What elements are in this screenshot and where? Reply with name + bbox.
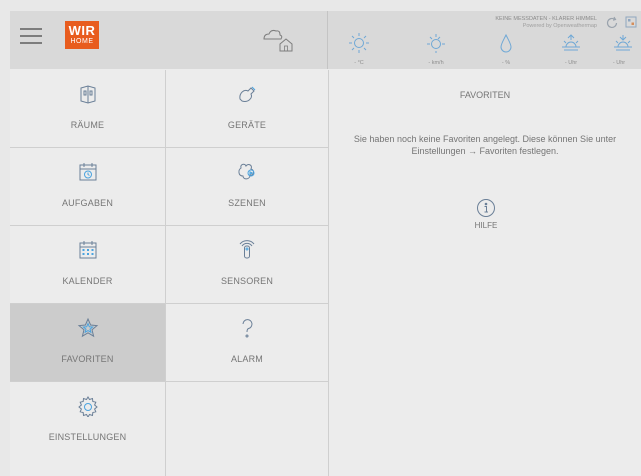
- header: WIR HOME KEINE MESSDATEN - KLARER HIMMEL…: [10, 11, 641, 69]
- sidebar-item-label: SENSOREN: [220, 276, 274, 286]
- logo-text-home: HOME: [70, 38, 94, 45]
- empty-favorites-message: Sie haben noch keine Favoriten angelegt.…: [353, 134, 617, 156]
- weather-status: KEINE MESSDATEN - KLARER HIMMEL Powered …: [495, 16, 597, 30]
- help-button[interactable]: HILFE: [471, 198, 501, 230]
- devices-icon: [236, 83, 258, 105]
- sidebar-item-label: ALARM: [230, 354, 263, 364]
- question-icon: [236, 317, 258, 339]
- sidebar-item-label: RÄUME: [70, 120, 105, 130]
- weather-status-text: KEINE MESSDATEN - KLARER HIMMEL: [495, 16, 597, 22]
- wind-sun-icon: [425, 32, 447, 54]
- sidebar-item-sensoren[interactable]: SENSOREN: [166, 226, 328, 303]
- sidebar-item-label: AUFGABEN: [61, 198, 114, 208]
- sensors-icon: [236, 239, 258, 261]
- humidity-drop-icon: [495, 32, 517, 54]
- sunset-value: - Uhr: [612, 60, 626, 66]
- star-icon: [77, 317, 99, 339]
- sidebar: RÄUME GERÄTE AUFGABEN SZENEN KALENDER SE…: [10, 70, 328, 476]
- rooms-icon: [77, 83, 99, 105]
- sidebar-item-geraete[interactable]: GERÄTE: [166, 70, 328, 147]
- sidebar-item-label: SZENEN: [228, 198, 266, 208]
- wind-value: - km/h: [428, 60, 444, 66]
- scenes-icon: [236, 161, 258, 183]
- humidity-value: - %: [501, 60, 511, 66]
- calendar-icon: [77, 239, 99, 261]
- temperature-value: - °C: [354, 60, 364, 66]
- sidebar-item-label: FAVORITEN: [61, 354, 114, 364]
- app-window: WIR HOME KEINE MESSDATEN - KLARER HIMMEL…: [10, 11, 641, 476]
- sidebar-item-label: EINSTELLUNGEN: [48, 432, 127, 442]
- logo-text-wir: WIR: [68, 23, 96, 38]
- sidebar-item-label: GERÄTE: [227, 120, 267, 130]
- sidebar-item-einstellungen[interactable]: EINSTELLUNGEN: [10, 382, 165, 459]
- wirhome-logo: WIR HOME: [65, 21, 99, 49]
- sidebar-item-alarm[interactable]: ALARM: [166, 304, 328, 381]
- weather-station-icon[interactable]: [625, 16, 637, 28]
- sidebar-item-aufgaben[interactable]: AUFGABEN: [10, 148, 165, 225]
- header-left: WIR HOME: [10, 11, 327, 69]
- tasks-icon: [77, 161, 99, 183]
- cloud-home-icon[interactable]: [260, 25, 300, 55]
- page-title: FAVORITEN: [459, 90, 511, 100]
- weather-source-text: Powered by Openweathermap: [522, 23, 597, 29]
- weather-panel: KEINE MESSDATEN - KLARER HIMMEL Powered …: [328, 11, 641, 69]
- sidebar-item-label: KALENDER: [62, 276, 113, 286]
- sidebar-item-kalender[interactable]: KALENDER: [10, 226, 165, 303]
- sun-icon: [348, 32, 370, 54]
- sidebar-item-szenen[interactable]: SZENEN: [166, 148, 328, 225]
- sidebar-item-raeume[interactable]: RÄUME: [10, 70, 165, 147]
- refresh-icon[interactable]: [605, 16, 619, 30]
- help-label: HILFE: [474, 221, 498, 230]
- settings-icon: [77, 395, 99, 417]
- sunrise-icon: [560, 32, 582, 54]
- sunrise-value: - Uhr: [564, 60, 578, 66]
- main-panel: FAVORITEN Sie haben noch keine Favoriten…: [328, 70, 641, 476]
- sunset-icon: [612, 32, 634, 54]
- menu-button[interactable]: [20, 28, 42, 46]
- sidebar-item-favoriten[interactable]: FAVORITEN: [10, 304, 165, 381]
- info-icon: [476, 198, 496, 218]
